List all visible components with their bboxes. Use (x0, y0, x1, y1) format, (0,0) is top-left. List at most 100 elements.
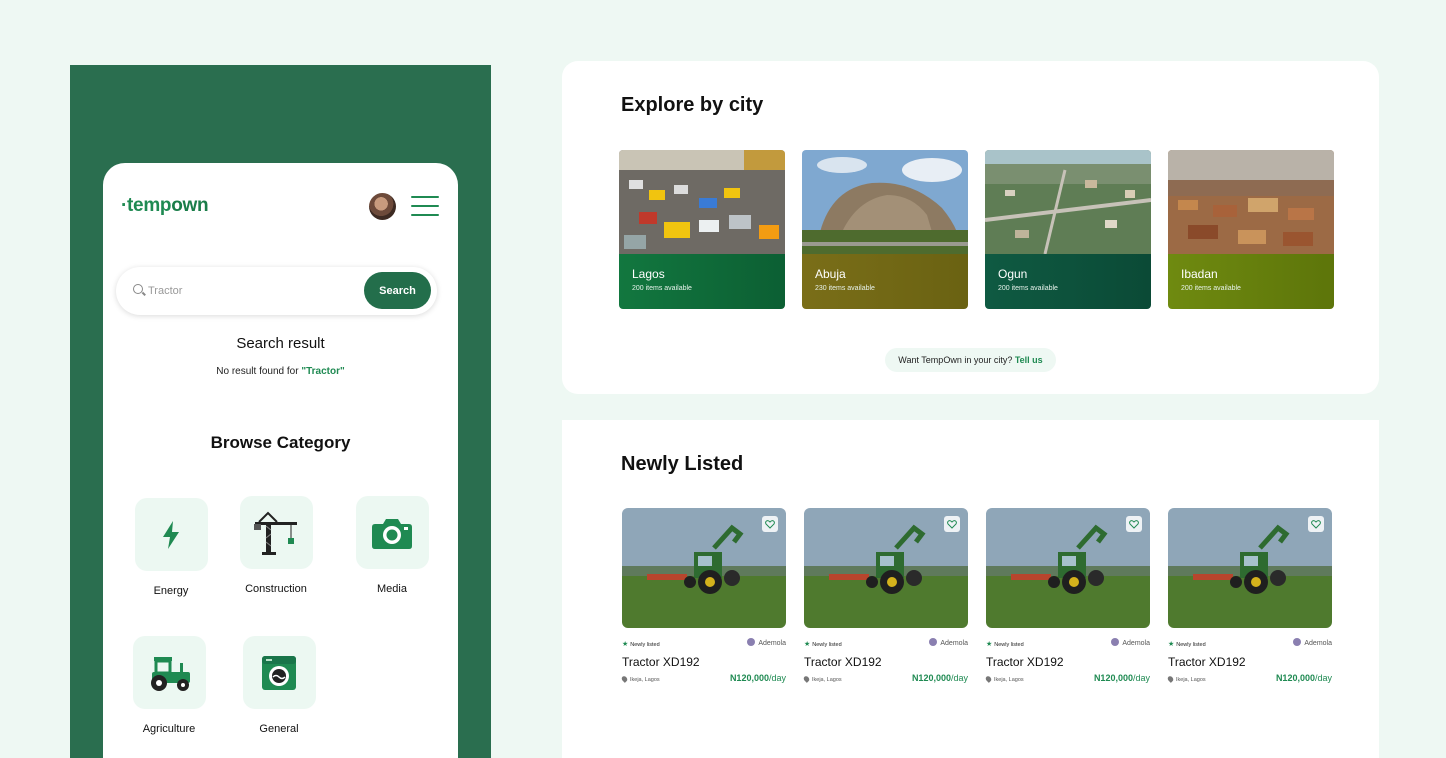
location-text: Ikeja, Lagos (630, 677, 660, 683)
listing-price: N120,000/day (912, 673, 968, 683)
listing-bottom: Ikeja, Lagos N120,000/day (802, 673, 968, 687)
price-unit: /day (950, 673, 968, 683)
newly-listed-badge: ★ Newly listed (804, 640, 842, 648)
category-tile (239, 496, 313, 569)
category-agriculture[interactable]: Agriculture (124, 636, 214, 735)
star-icon: ★ (986, 641, 993, 648)
listing-title: Tractor XD192 (804, 655, 882, 669)
listing-location: Ikeja, Lagos (1166, 675, 1206, 683)
explore-by-city-title: Explore by city (621, 94, 764, 116)
listing-location: Ikeja, Lagos (984, 675, 1024, 683)
city-item-count: 230 items available (815, 285, 875, 292)
tell-us-link[interactable]: Tell us (1015, 355, 1043, 365)
explore-by-city-card: Explore by city Lagos 200 items availabl… (562, 61, 1379, 394)
city-band (985, 254, 1151, 309)
newly-listed-badge: ★ Newly listed (1168, 640, 1206, 648)
favorite-heart-icon[interactable] (1126, 516, 1142, 532)
listing-photo (986, 508, 1150, 628)
avatar[interactable] (369, 193, 396, 220)
city-band (619, 254, 785, 309)
owner: Ademola (929, 638, 968, 647)
listing-location: Ikeja, Lagos (802, 675, 842, 683)
star-icon: ★ (804, 641, 811, 648)
newly-listed-title: Newly Listed (621, 453, 744, 475)
newly-listed-badge: ★ Newly listed (986, 640, 1024, 648)
hamburger-menu-icon[interactable] (411, 196, 439, 216)
city-item-count: 200 items available (632, 285, 692, 292)
listing-card[interactable]: ★ Newly listed Ademola Tractor XD192 Ikej… (1166, 508, 1332, 687)
listing-meta: ★ Newly listed Ademola (986, 638, 1150, 652)
city-band (802, 254, 968, 309)
price-value: N120,000 (911, 673, 951, 683)
price-unit: /day (768, 673, 786, 683)
owner-avatar (1293, 638, 1302, 646)
favorite-heart-icon[interactable] (944, 516, 960, 532)
search-button[interactable]: Search (364, 272, 431, 309)
location-pin-icon (802, 675, 811, 683)
listing-title: Tractor XD192 (1168, 655, 1246, 669)
category-construction[interactable]: Construction (231, 496, 321, 595)
city-name: Lagos (632, 267, 665, 281)
location-text: Ikeja, Lagos (994, 677, 1024, 683)
location-pin-icon (620, 675, 629, 683)
no-result-message: No result found for "Tractor" (103, 366, 458, 377)
city-card-lagos[interactable]: Lagos 200 items available (619, 150, 785, 309)
category-energy[interactable]: Energy (126, 498, 216, 597)
listing-price: N120,000/day (1094, 673, 1150, 683)
listing-photo (622, 508, 786, 628)
newly-listed-card: Newly Listed ★ Newly listed Ademola Trac… (562, 420, 1379, 758)
no-result-prefix: No result found for (216, 366, 302, 377)
tractor-icon (151, 656, 190, 691)
browse-category-title: Browse Category (210, 433, 351, 452)
tempown-logo[interactable]: ·tempown (121, 195, 209, 217)
city-name: Abuja (815, 267, 846, 281)
location-pin-icon (1166, 675, 1175, 683)
search-query: "Tractor" (301, 366, 345, 377)
city-name: Ibadan (1181, 267, 1218, 281)
location-pin-icon (984, 675, 993, 683)
category-general[interactable]: General (234, 636, 324, 735)
city-card-ibadan[interactable]: Ibadan 200 items available (1168, 150, 1334, 309)
search-input[interactable] (148, 280, 348, 302)
star-icon: ★ (622, 641, 629, 648)
price-value: N120,000 (1275, 673, 1315, 683)
search-result-title: Search result (236, 335, 325, 352)
listing-photo (804, 508, 968, 628)
favorite-heart-icon[interactable] (1308, 516, 1324, 532)
location-text: Ikeja, Lagos (1176, 677, 1206, 683)
ogun-photo (985, 150, 1151, 254)
favorite-heart-icon[interactable] (762, 516, 778, 532)
listing-price: N120,000/day (1276, 673, 1332, 683)
request-city-banner: Want TempOwn in your city? Tell us (885, 348, 1056, 372)
abuja-photo (802, 150, 968, 254)
category-label: Energy (153, 585, 189, 597)
listing-card[interactable]: ★ Newly listed Ademola Tractor XD192 Ikej… (984, 508, 1150, 687)
category-label: Agriculture (142, 723, 196, 735)
city-card-ogun[interactable]: Ogun 200 items available (985, 150, 1151, 309)
listing-card[interactable]: ★ Newly listed Ademola Tractor XD192 Ikej… (620, 508, 786, 687)
owner-name: Ademola (940, 640, 968, 647)
newly-listed-badge: ★ Newly listed (622, 640, 660, 648)
lagos-photo (619, 150, 785, 254)
logo-temp: temp (127, 195, 172, 216)
badge-label: Newly listed (994, 642, 1024, 648)
listing-photo (1168, 508, 1332, 628)
request-city-text: Want TempOwn in your city? (898, 355, 1015, 365)
city-card-abuja[interactable]: Abuja 230 items available (802, 150, 968, 309)
location-text: Ikeja, Lagos (812, 677, 842, 683)
listing-card[interactable]: ★ Newly listed Ademola Tractor XD192 Ikej… (802, 508, 968, 687)
camera-icon (372, 518, 412, 549)
listing-bottom: Ikeja, Lagos N120,000/day (1166, 673, 1332, 687)
category-media[interactable]: Media (347, 496, 437, 595)
owner-avatar (1111, 638, 1120, 646)
price-value: N120,000 (1093, 673, 1133, 683)
listing-meta: ★ Newly listed Ademola (804, 638, 968, 652)
category-tile (132, 636, 206, 709)
badge-label: Newly listed (812, 642, 842, 648)
city-name: Ogun (998, 267, 1028, 281)
owner-avatar (929, 638, 938, 646)
search-icon (133, 284, 143, 294)
ibadan-photo (1168, 150, 1334, 254)
star-icon: ★ (1168, 641, 1175, 648)
owner-name: Ademola (1122, 640, 1150, 647)
